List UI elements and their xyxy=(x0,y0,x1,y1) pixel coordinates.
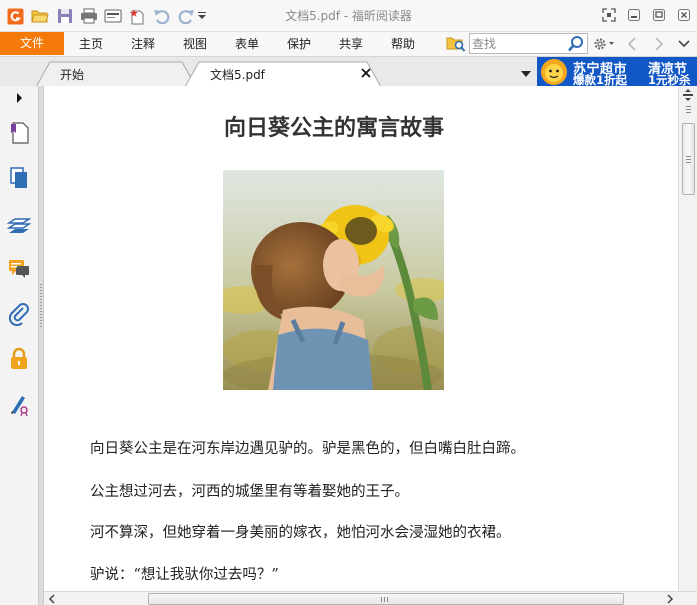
tab-start-label: 开始 xyxy=(60,68,85,82)
scroll-grip xyxy=(686,106,691,113)
tab-document-label: 文档5.pdf xyxy=(210,68,265,82)
print-icon[interactable] xyxy=(79,6,99,26)
horizontal-scroll-thumb[interactable] xyxy=(148,593,624,605)
suning-lion-logo-icon xyxy=(539,58,569,86)
scroll-right-arrow-icon[interactable] xyxy=(664,593,676,605)
ad-subline-right: 1元秒杀 xyxy=(648,73,691,87)
vertical-scroll-thumb[interactable] xyxy=(682,123,695,195)
horizontal-scrollbar[interactable] xyxy=(44,591,697,605)
thumb-grip xyxy=(686,156,691,163)
menu-file[interactable]: 文件 xyxy=(0,32,64,55)
open-folder-icon[interactable] xyxy=(30,6,50,26)
bookmark-icon[interactable] xyxy=(6,120,32,146)
ad-subline: 爆款1折起 xyxy=(573,73,628,87)
menu-protect[interactable]: 保护 xyxy=(280,32,318,56)
menu-share[interactable]: 共享 xyxy=(332,32,370,56)
scan-icon[interactable] xyxy=(103,6,123,26)
menu-home[interactable]: 主页 xyxy=(72,32,110,56)
paragraph-4: 驴说：“想让我驮你过去吗？” xyxy=(90,567,279,583)
menu-help[interactable]: 帮助 xyxy=(384,32,422,56)
tab-list-dropdown-icon[interactable] xyxy=(520,68,532,78)
title-bar: 文档5.pdf - 福昕阅读器 xyxy=(0,0,697,32)
collapse-ribbon-icon[interactable] xyxy=(675,35,693,53)
minimize-button[interactable] xyxy=(626,7,642,23)
next-arrow-icon[interactable] xyxy=(650,35,668,53)
save-icon[interactable] xyxy=(55,6,75,26)
close-window-button[interactable] xyxy=(676,7,692,23)
search-icon[interactable] xyxy=(567,35,585,53)
redo-icon[interactable] xyxy=(176,6,196,26)
advertisement-banner[interactable]: 苏宁超市 清凉节 爆款1折起 1元秒杀 xyxy=(537,57,697,87)
attachments-paperclip-icon[interactable] xyxy=(6,301,32,327)
paragraph-3: 河不算深，但她穿着一身美丽的嫁衣，她怕河水会浸湿她的衣裙。 xyxy=(90,525,511,541)
thumb-grip xyxy=(381,597,389,602)
document-title: 向日葵公主的寓言故事 xyxy=(223,115,444,141)
signature-pen-icon[interactable] xyxy=(6,391,32,417)
fullscreen-icon[interactable] xyxy=(601,7,617,23)
menu-form[interactable]: 表单 xyxy=(228,32,266,56)
splitter-grip[interactable] xyxy=(40,284,42,328)
expand-panel-arrow-icon[interactable] xyxy=(6,88,32,108)
close-tab-icon[interactable] xyxy=(360,67,372,79)
girl-with-sunflower-photo xyxy=(223,170,444,390)
split-view-handle-icon[interactable] xyxy=(681,88,695,102)
menu-bar: 文件 主页 注释 视图 表单 保护 共享 帮助 xyxy=(0,32,697,56)
paragraph-1: 向日葵公主是在河东岸边遇见驴的。驴是黑色的，但白嘴白肚白蹄。 xyxy=(90,441,525,457)
scroll-left-arrow-icon[interactable] xyxy=(46,593,58,605)
customize-quick-access-icon[interactable] xyxy=(196,6,208,26)
menu-comment[interactable]: 注释 xyxy=(124,32,162,56)
maximize-button[interactable] xyxy=(651,7,667,23)
security-lock-icon[interactable] xyxy=(6,346,32,372)
tab-bar: 开始 文档5.pdf 苏宁超市 清凉节 爆款1折起 1元秒杀 xyxy=(0,56,697,87)
new-document-icon[interactable] xyxy=(127,6,147,26)
paragraph-2: 公主想过河去，河西的城堡里有等着娶她的王子。 xyxy=(90,484,409,500)
folder-search-icon[interactable] xyxy=(446,35,466,53)
navigation-sidebar xyxy=(0,86,38,605)
settings-gear-icon[interactable] xyxy=(591,35,617,53)
previous-arrow-icon[interactable] xyxy=(623,35,641,53)
menu-view[interactable]: 视图 xyxy=(176,32,214,56)
search-box xyxy=(469,33,588,54)
page-thumbnails-icon[interactable] xyxy=(6,165,32,191)
layers-icon[interactable] xyxy=(6,211,32,237)
search-input[interactable] xyxy=(472,35,567,52)
comments-icon[interactable] xyxy=(6,256,32,282)
foxit-logo-icon[interactable] xyxy=(5,6,25,26)
undo-icon[interactable] xyxy=(152,6,172,26)
vertical-scrollbar[interactable] xyxy=(678,86,697,591)
document-view[interactable]: 向日葵公主的寓言故事 向日葵公主是在河东岸边遇见驴的。驴是黑色的，但白嘴白肚白蹄… xyxy=(44,86,678,591)
